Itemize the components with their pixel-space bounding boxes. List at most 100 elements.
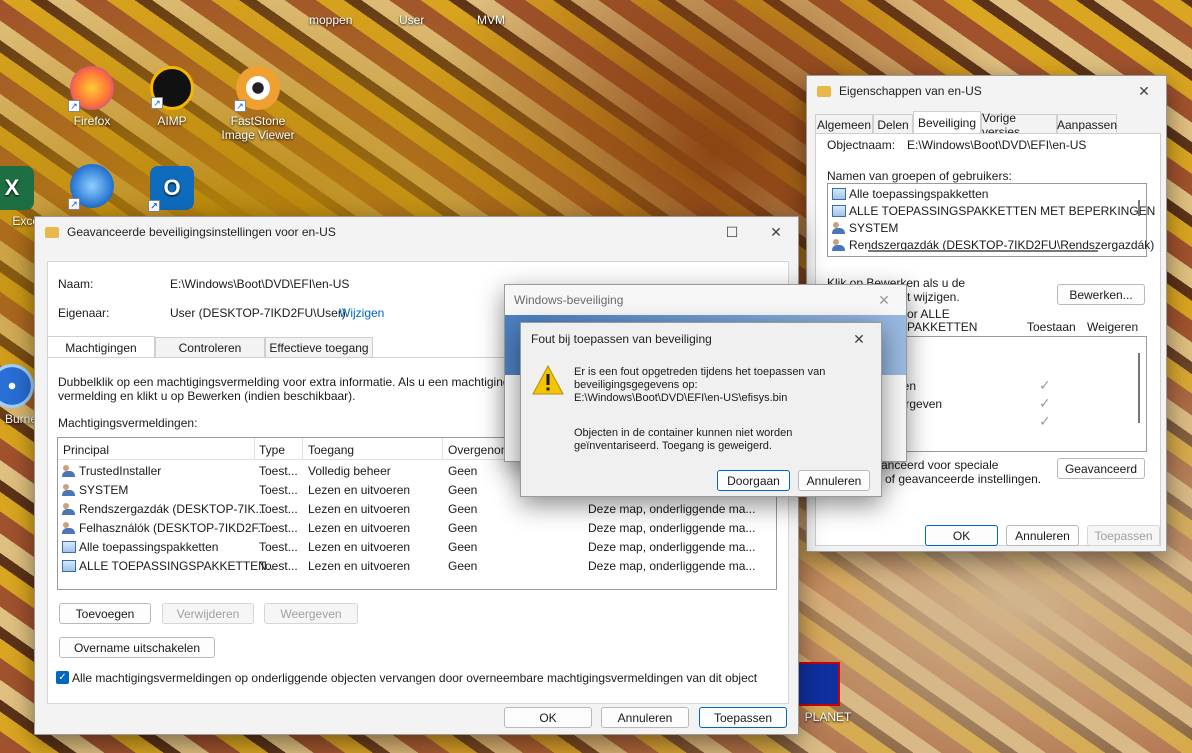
table-row[interactable]: ALLE TOEPASSINGSPAKKETTEN... Toest... Leze… [58, 557, 776, 576]
tab-security[interactable]: Beveiliging [913, 111, 981, 134]
users-icon [832, 222, 846, 234]
table-row[interactable]: Alle toepassingspakketten Toest... Lezen e… [58, 538, 776, 557]
row-principal: Felhasználók (DESKTOP-7IKD2F... [62, 521, 268, 535]
row-principal-text: TrustedInstaller [79, 464, 162, 478]
error-message-line1: Er is een fout opgetreden tijdens het to… [574, 366, 826, 378]
horizontal-scrollbar[interactable] [868, 250, 1098, 252]
cancel-button[interactable]: Annuleren [1006, 525, 1079, 546]
row-principal: SYSTEM [62, 483, 128, 497]
users-icon [62, 465, 76, 477]
tab-previous-versions[interactable]: Vorige versies [981, 111, 1057, 139]
desktop-icon-label: AIMP [157, 114, 187, 128]
owner-label: Eigenaar: [58, 306, 110, 320]
row-access-text: Lezen en uitvoeren [308, 502, 411, 516]
faststone-eye-icon: ↗ [234, 66, 280, 112]
add-button[interactable]: Toevoegen [59, 603, 151, 624]
maximize-icon[interactable]: ☐ [710, 217, 754, 247]
replace-checkbox[interactable]: ✓ [56, 671, 69, 684]
error-titlebar[interactable]: Fout bij toepassen van beveiliging ✕ [521, 323, 881, 355]
error-dialog[interactable]: Fout bij toepassen van beveiliging ✕ Er … [520, 322, 882, 497]
edit-button[interactable]: Bewerken... [1057, 284, 1145, 305]
change-owner-link[interactable]: Wijzigen [339, 306, 384, 320]
desktop-icon-firefox[interactable]: ↗ Firefox [50, 66, 134, 128]
table-row[interactable]: Felhasználók (DESKTOP-7IKD2F... Toest... L… [58, 519, 776, 538]
row-inherited-text: Geen [448, 483, 478, 497]
ok-button[interactable]: OK [504, 707, 592, 728]
advanced-titlebar[interactable]: Geavanceerde beveiligingsinstellingen vo… [35, 217, 798, 247]
apply-button[interactable]: Toepassen [699, 707, 787, 728]
desktop-icon-outlook[interactable]: O ↗ [130, 166, 214, 214]
column-principal[interactable]: Principal [63, 443, 109, 457]
row-inherited: Geen [448, 521, 477, 535]
row-applies-to-text: Deze map, onderliggende ma... [588, 521, 756, 535]
table-row[interactable]: Rendszergazdák (DESKTOP-7IK... Toest... Le… [58, 500, 776, 519]
groups-label: Namen van groepen of gebruikers: [827, 169, 1012, 183]
advanced-button[interactable]: Geavanceerd [1057, 458, 1145, 479]
row-type-text: Toest... [259, 540, 298, 554]
row-access: Lezen en uitvoeren [308, 559, 410, 573]
column-access[interactable]: Toegang [308, 443, 354, 457]
row-access: Lezen en uitvoeren [308, 521, 410, 535]
desktop-icon-thunderbird[interactable]: ↗ [50, 164, 134, 212]
error-message-path: E:\Windows\Boot\DVD\EFI\en-US\efisys.bin [574, 392, 788, 404]
tab-auditing[interactable]: Controleren [155, 337, 265, 357]
desktop-icon-aimp[interactable]: ↗ AIMP [130, 66, 214, 128]
desktop-icon-faststone[interactable]: ↗ FastStone Image Viewer [216, 66, 300, 142]
replace-checkbox-label[interactable]: Alle machtigingsvermeldingen op onderlig… [72, 671, 757, 685]
tab-general[interactable]: Algemeen [815, 114, 873, 134]
special-hint-line2: n of geavanceerde instellingen. [875, 472, 1042, 486]
close-icon[interactable]: ✕ [862, 285, 906, 315]
tab-permissions[interactable]: Machtigingen [47, 336, 155, 358]
ok-button[interactable]: OK [925, 525, 998, 546]
cancel-button[interactable]: Annuleren [798, 470, 870, 491]
column-type[interactable]: Type [259, 443, 285, 457]
desktop-label-user[interactable]: User [399, 13, 424, 27]
close-icon[interactable]: ✕ [1122, 76, 1166, 106]
list-item[interactable]: Alle toepassingspakketten [832, 187, 988, 201]
row-type-text: Toest... [259, 464, 298, 478]
row-inherited-text: Geen [448, 521, 478, 535]
row-inherited: Geen [448, 464, 477, 478]
row-inherited-text: Geen [448, 464, 478, 478]
tab-effective-access[interactable]: Effectieve toegang [265, 337, 373, 357]
row-type: Toest... [259, 483, 298, 497]
list-item[interactable]: ALLE TOEPASSINGSPAKKETTEN MET BEPERKINGE… [832, 204, 1155, 218]
vertical-scrollbar[interactable] [1138, 200, 1140, 216]
row-applies-to: Deze map, onderliggende ma... [588, 521, 755, 535]
tab-share[interactable]: Delen [873, 114, 913, 134]
properties-title: Eigenschappen van en-US [839, 84, 982, 98]
continue-button[interactable]: Doorgaan [717, 470, 790, 491]
tab-customize[interactable]: Aanpassen [1057, 114, 1117, 134]
view-button[interactable]: Weergeven [264, 603, 358, 624]
groups-list[interactable]: Alle toepassingspakketten ALLE TOEPASSIN… [827, 183, 1155, 257]
remove-button[interactable]: Verwijderen [162, 603, 254, 624]
row-type-text: Toest... [259, 483, 298, 497]
error-message-line2: beveiligingsgegevens op: [574, 379, 698, 391]
object-name-label: Objectnaam: [827, 138, 896, 152]
row-access: Lezen en uitvoeren [308, 502, 410, 516]
apply-button[interactable]: Toepassen [1087, 525, 1160, 546]
vertical-scrollbar[interactable] [1138, 353, 1140, 423]
row-applies-to-text: Deze map, onderliggende ma... [588, 540, 756, 554]
windows-security-title: Windows-beveiliging [514, 293, 624, 307]
close-icon[interactable]: ✕ [837, 324, 881, 354]
list-item[interactable]: SYSTEM [832, 221, 898, 235]
row-access-text: Lezen en uitvoeren [308, 521, 411, 535]
disable-inheritance-button[interactable]: Overname uitschakelen [59, 637, 215, 658]
folder-icon [817, 85, 831, 97]
cancel-button[interactable]: Annuleren [601, 707, 689, 728]
row-applies-to-text: Deze map, onderliggende ma... [588, 559, 756, 573]
row-principal-text: SYSTEM [79, 483, 129, 497]
desktop-label-mvm[interactable]: MVM [477, 13, 505, 27]
close-icon[interactable]: ✕ [754, 217, 798, 247]
row-inherited: Geen [448, 483, 477, 497]
users-icon [62, 484, 76, 496]
row-type: Toest... [259, 464, 298, 478]
desktop-icon-label: FastStone Image Viewer [221, 114, 295, 142]
desktop-label-moppen[interactable]: moppen [309, 13, 352, 27]
windows-security-titlebar[interactable]: Windows-beveiliging ✕ [505, 285, 906, 315]
check-icon: ✓ [1039, 395, 1051, 411]
properties-titlebar[interactable]: Eigenschappen van en-US ✕ [807, 76, 1166, 106]
error-message-line4: Objecten in de container kunnen niet wor… [574, 427, 793, 439]
row-inherited-text: Geen [448, 502, 478, 516]
